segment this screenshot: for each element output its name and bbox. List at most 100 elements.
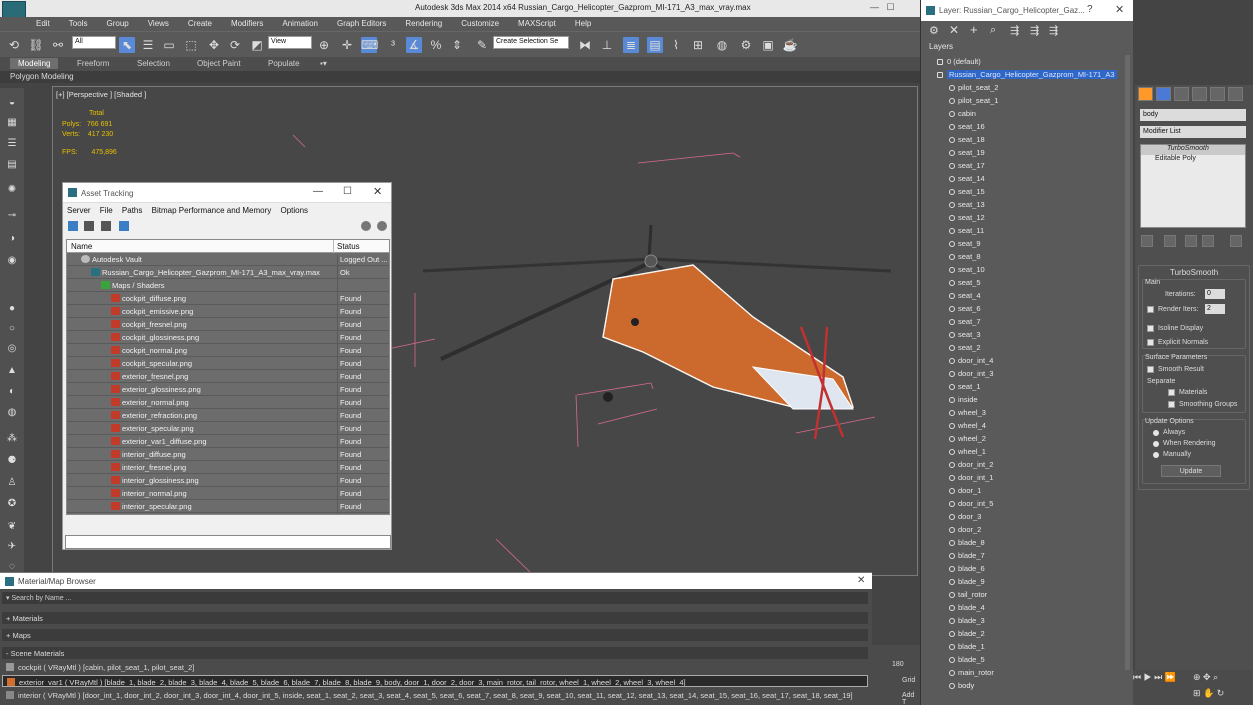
menu-customize[interactable]: Customize — [461, 19, 499, 28]
make-unique-icon[interactable] — [1185, 235, 1197, 247]
smoothing-groups-checkbox[interactable] — [1168, 401, 1175, 408]
menu-animation[interactable]: Animation — [282, 19, 318, 28]
object-row[interactable]: seat_5 — [925, 276, 1125, 289]
material-interior[interactable]: interior ( VRayMtl ) [door_int_1, door_i… — [2, 689, 868, 701]
material-exterior[interactable]: exterior_var1 ( VRayMtl ) [blade_1, blad… — [2, 675, 868, 687]
reference-coord-dropdown[interactable]: View — [268, 36, 312, 49]
menu-file[interactable]: File — [100, 206, 113, 215]
stack-item-editable-poly[interactable]: Editable Poly — [1141, 155, 1245, 165]
find-icon[interactable]: ⌕ — [990, 24, 996, 37]
menu-group[interactable]: Group — [106, 19, 128, 28]
smooth-result-checkbox[interactable] — [1147, 366, 1154, 373]
circle-icon[interactable]: ○ — [5, 322, 19, 335]
tree-view-icon[interactable] — [101, 221, 111, 231]
globe-icon[interactable]: ✪ — [5, 497, 19, 510]
asset-row[interactable]: exterior_refraction.png Found — [67, 409, 389, 424]
close-icon[interactable]: ✕ — [1115, 3, 1124, 16]
layer-scrollbar[interactable] — [1125, 55, 1130, 670]
object-row[interactable]: seat_1 — [925, 380, 1125, 393]
material-map-browser[interactable]: Material/Map Browser ✕ ▾ Search by Name … — [0, 572, 872, 705]
materials-checkbox[interactable] — [1168, 389, 1175, 396]
asset-path-field[interactable] — [65, 535, 391, 549]
ribbon-options-icon[interactable]: ▪▾ — [320, 59, 327, 68]
object-row[interactable]: door_int_1 — [925, 471, 1125, 484]
settings-icon[interactable] — [377, 221, 387, 231]
menu-bitmap-performance[interactable]: Bitmap Performance and Memory — [152, 206, 272, 215]
filter-icon[interactable]: ⚙ — [929, 24, 939, 37]
asset-row[interactable]: interior_normal.png Found — [67, 487, 389, 502]
menu-options[interactable]: Options — [280, 206, 308, 215]
camera-icon[interactable]: ◑ — [5, 232, 19, 245]
explicit-normals-checkbox[interactable] — [1147, 339, 1154, 346]
object-row[interactable]: seat_2 — [925, 341, 1125, 354]
angle-snap-icon[interactable]: ∡ — [406, 37, 422, 53]
pin-stack-icon[interactable] — [1141, 235, 1153, 247]
hierarchy-tab-icon[interactable] — [1174, 87, 1189, 101]
percent-snap-icon[interactable]: % — [428, 37, 444, 53]
object-row[interactable]: seat_17 — [925, 159, 1125, 172]
layer-move-icon[interactable]: ⇶ — [1030, 24, 1039, 37]
spinner-snap-icon[interactable]: ⇕ — [449, 37, 465, 53]
section-materials[interactable]: + Materials — [2, 612, 868, 624]
layer-row[interactable]: 0 (default) — [925, 55, 1125, 68]
iterations-input[interactable]: 0 — [1205, 289, 1225, 299]
light-icon[interactable]: ✺ — [5, 183, 19, 196]
object-row[interactable]: door_3 — [925, 510, 1125, 523]
move-icon[interactable]: ✥ — [206, 37, 222, 53]
object-row[interactable]: blade_4 — [925, 601, 1125, 614]
playback-buttons[interactable]: ⏮ ▶ ⏭ ⏩ — [1133, 672, 1176, 683]
minimize-icon[interactable]: — — [313, 186, 323, 197]
object-row[interactable]: door_2 — [925, 523, 1125, 536]
modifier-list-dropdown[interactable]: Modifier List — [1140, 126, 1246, 138]
close-icon[interactable]: ✕ — [373, 185, 382, 198]
asset-tracking-titlebar[interactable]: Asset Tracking — ☐ ✕ — [63, 183, 391, 203]
container-icon[interactable]: ◒ — [5, 96, 19, 109]
window-controls[interactable]: — ☐ — [870, 2, 895, 13]
render-iters-input[interactable]: 2 — [1205, 304, 1225, 314]
menu-server[interactable]: Server — [67, 206, 91, 215]
torus-icon[interactable]: ◎ — [5, 342, 19, 355]
asset-row[interactable]: interior_specular.png Found — [67, 500, 389, 514]
remove-modifier-icon[interactable] — [1202, 235, 1214, 247]
motion-tab-icon[interactable] — [1192, 87, 1207, 101]
object-row[interactable]: blade_2 — [925, 627, 1125, 640]
menu-edit[interactable]: Edit — [36, 19, 50, 28]
layers-header[interactable]: Layers — [925, 42, 1131, 54]
object-row[interactable]: door_int_4 — [925, 354, 1125, 367]
object-row[interactable]: seat_10 — [925, 263, 1125, 276]
column-name[interactable]: Name — [71, 242, 92, 251]
object-row[interactable]: blade_1 — [925, 640, 1125, 653]
section-maps[interactable]: + Maps — [2, 629, 868, 641]
asset-row[interactable]: interior_glossiness.png Found — [67, 474, 389, 489]
render-setup-icon[interactable]: ⚙ — [738, 37, 754, 53]
object-row[interactable]: door_int_5 — [925, 497, 1125, 510]
object-row[interactable]: seat_7 — [925, 315, 1125, 328]
tab-object-paint[interactable]: Object Paint — [197, 59, 241, 68]
character-icon[interactable]: ♙ — [5, 476, 19, 489]
asset-row[interactable]: Autodesk Vault Logged Out ... — [67, 253, 389, 268]
show-end-result-icon[interactable] — [1164, 235, 1176, 247]
pivot-icon[interactable]: ⊕ — [316, 37, 332, 53]
manipulate-icon[interactable]: ✛ — [339, 37, 355, 53]
render-preset-icon[interactable]: ◉ — [5, 254, 19, 267]
menu-help[interactable]: Help — [575, 19, 591, 28]
asset-row[interactable]: cockpit_normal.png Found — [67, 344, 389, 359]
update-button[interactable]: Update — [1161, 465, 1221, 477]
manually-radio[interactable] — [1153, 452, 1159, 458]
asset-row[interactable]: cockpit_fresnel.png Found — [67, 318, 389, 333]
object-row[interactable]: tail_rotor — [925, 588, 1125, 601]
unlink-icon[interactable]: ⚯ — [50, 37, 66, 53]
add-icon[interactable]: + — [970, 22, 978, 37]
asset-row[interactable]: interior_fresnel.png Found — [67, 461, 389, 476]
configure-sets-icon[interactable] — [1230, 235, 1242, 247]
object-row[interactable]: seat_12 — [925, 211, 1125, 224]
add-time-tag[interactable]: Add T — [902, 692, 920, 705]
particles-icon[interactable]: ⁂ — [5, 432, 19, 445]
viewport-nav-icons[interactable]: ⊕ ✥ ⌕ — [1193, 672, 1218, 683]
table-icon[interactable]: ▤ — [5, 158, 19, 171]
object-row[interactable]: cabin — [925, 107, 1125, 120]
object-row[interactable]: seat_19 — [925, 146, 1125, 159]
menu-rendering[interactable]: Rendering — [405, 19, 442, 28]
geosphere-icon[interactable]: ◍ — [5, 406, 19, 419]
when-rendering-radio[interactable] — [1153, 441, 1159, 447]
